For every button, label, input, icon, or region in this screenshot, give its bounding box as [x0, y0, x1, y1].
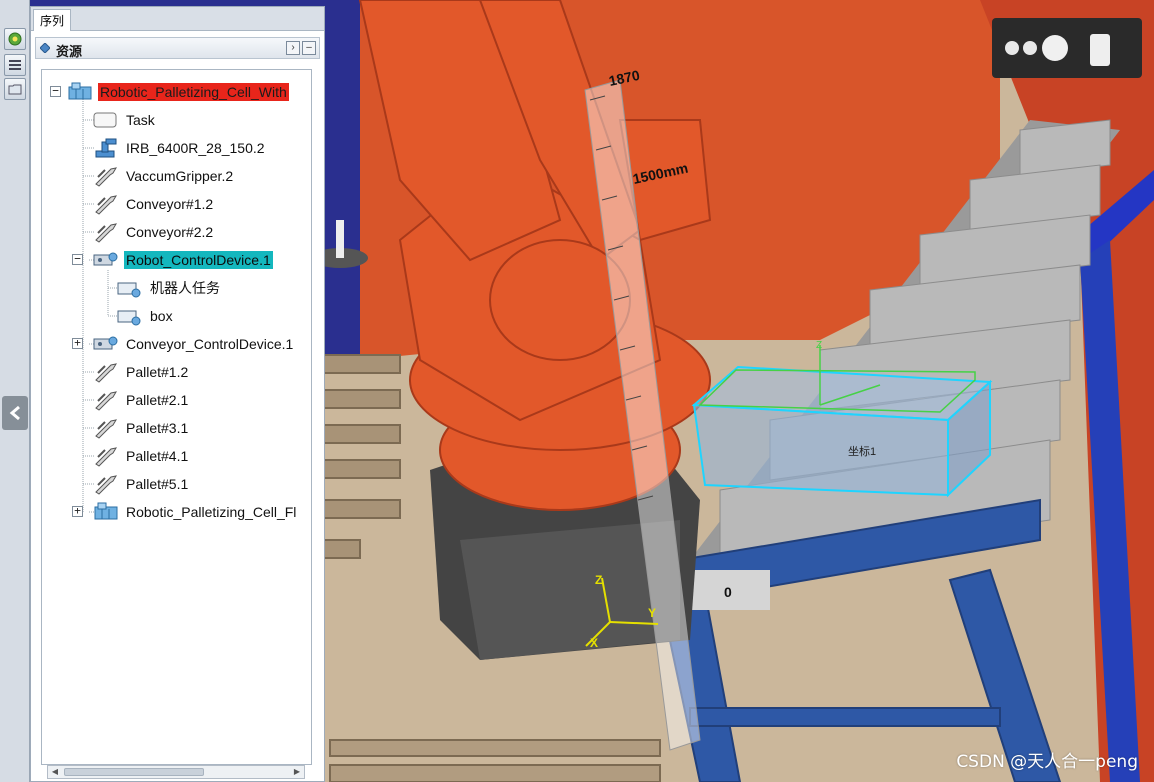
resources-tab-button[interactable] — [4, 28, 26, 50]
tree-item-pallet4[interactable]: Pallet#4.1 — [92, 444, 190, 468]
resource-icon — [8, 32, 22, 46]
tree-item-label: Conveyor_ControlDevice.1 — [126, 336, 294, 352]
left-toolbar — [0, 0, 30, 782]
box-frame-label: 坐标1 — [848, 444, 876, 458]
collapse-toggle[interactable]: − — [50, 85, 61, 97]
tree-item-gripper[interactable]: VaccumGripper.2 — [92, 164, 235, 188]
tree-item-box[interactable]: box — [116, 304, 175, 328]
tree-item-conveyor-control-device[interactable]: + Conveyor_ControlDevice.1 — [72, 332, 295, 356]
tool-icon — [92, 361, 120, 383]
collapse-panel-button[interactable] — [2, 396, 28, 430]
tool-icon — [92, 165, 120, 187]
control-device-icon — [92, 249, 120, 271]
tool-icon — [92, 193, 120, 215]
tree-root[interactable]: − Robotic_Palletizing_Cell_With — [50, 80, 289, 104]
tool-icon — [92, 445, 120, 467]
box-axis-z: Z — [816, 340, 822, 351]
tree-item-robot[interactable]: IRB_6400R_28_150.2 — [92, 136, 267, 160]
tree-item-palletizing-cell[interactable]: + Robotic_Palletizing_Cell_Fl — [72, 500, 298, 524]
tree-item-pallet2[interactable]: Pallet#2.1 — [92, 388, 190, 412]
tree-item-label: Task — [126, 112, 155, 128]
task-icon — [92, 109, 120, 131]
tree-item-pallet5[interactable]: Pallet#5.1 — [92, 472, 190, 496]
world-axis-z: Z — [595, 573, 602, 587]
tree-item-label: IRB_6400R_28_150.2 — [126, 140, 265, 156]
chevron-left-icon — [9, 405, 20, 421]
watermark: CSDN @天人合一peng — [956, 752, 1138, 772]
tree-item-label: Pallet#3.1 — [126, 420, 189, 436]
panel-header: 资源 › – — [35, 37, 320, 59]
horizontal-scrollbar[interactable]: ◀ ▶ — [47, 765, 305, 779]
tree-item-label: Pallet#4.1 — [126, 448, 189, 464]
tool-icon — [92, 389, 120, 411]
tree-item-conveyor1[interactable]: Conveyor#1.2 — [92, 192, 215, 216]
control-device-icon — [92, 333, 120, 355]
scrollbar-thumb[interactable] — [64, 768, 204, 776]
program-icon — [116, 277, 144, 299]
tool-icon — [92, 417, 120, 439]
tree-item-conveyor2[interactable]: Conveyor#2.2 — [92, 220, 215, 244]
tree-item-label: Robot_ControlDevice.1 — [124, 251, 273, 269]
panel-title: 资源 — [56, 44, 83, 59]
list-icon — [9, 60, 21, 70]
tree-item-label: Conveyor#2.2 — [126, 224, 214, 240]
tree-item-robot-task[interactable]: 机器人任务 — [116, 276, 222, 300]
scroll-left-arrow-icon[interactable]: ◀ — [49, 767, 61, 777]
program-icon — [116, 305, 144, 327]
tree-item-label: Pallet#2.1 — [126, 392, 189, 408]
panel-tab-bar: 序列 — [31, 7, 324, 31]
tree-root-label: Robotic_Palletizing_Cell_With — [98, 83, 289, 101]
robot-icon — [92, 137, 120, 159]
scroll-right-arrow-icon[interactable]: ▶ — [291, 767, 303, 777]
tree-item-task[interactable]: Task — [92, 108, 157, 132]
tool-icon — [92, 221, 120, 243]
collapse-toggle[interactable]: − — [72, 253, 83, 265]
tree-item-label: Pallet#1.2 — [126, 364, 189, 380]
expand-button[interactable]: › — [286, 41, 300, 55]
tree-item-label: box — [150, 308, 173, 324]
tree-item-label: Conveyor#1.2 — [126, 196, 214, 212]
tab-sequence[interactable]: 序列 — [33, 9, 72, 31]
tree-item-label: Robotic_Palletizing_Cell_Fl — [126, 504, 297, 520]
resource-icon — [40, 43, 50, 53]
tree-item-label: 机器人任务 — [150, 280, 220, 296]
world-axis-y: Y — [648, 606, 656, 620]
tree-item-label: VaccumGripper.2 — [126, 168, 234, 184]
ruler-zero-label: 0 — [724, 584, 732, 600]
list-view-button[interactable] — [4, 54, 26, 76]
tree-item-robot-control-device[interactable]: − Robot_ControlDevice.1 — [72, 248, 273, 272]
minimize-button[interactable]: – — [302, 41, 316, 55]
folder-icon — [8, 84, 22, 95]
tree-item-pallet1[interactable]: Pallet#1.2 — [92, 360, 190, 384]
folder-button[interactable] — [4, 78, 26, 100]
cell-icon — [66, 81, 94, 103]
tree-item-pallet3[interactable]: Pallet#3.1 — [92, 416, 190, 440]
resource-panel: 序列 资源 › – − Robotic_Palletizing_Cell_Wit… — [30, 6, 325, 782]
tree-item-label: Pallet#5.1 — [126, 476, 189, 492]
world-axis-x: X — [590, 636, 598, 650]
tool-icon — [92, 473, 120, 495]
cell-icon — [92, 501, 120, 523]
expand-toggle[interactable]: + — [72, 505, 83, 517]
resource-tree: − Robotic_Palletizing_Cell_With Task IRB… — [41, 69, 312, 765]
expand-toggle[interactable]: + — [72, 337, 83, 349]
